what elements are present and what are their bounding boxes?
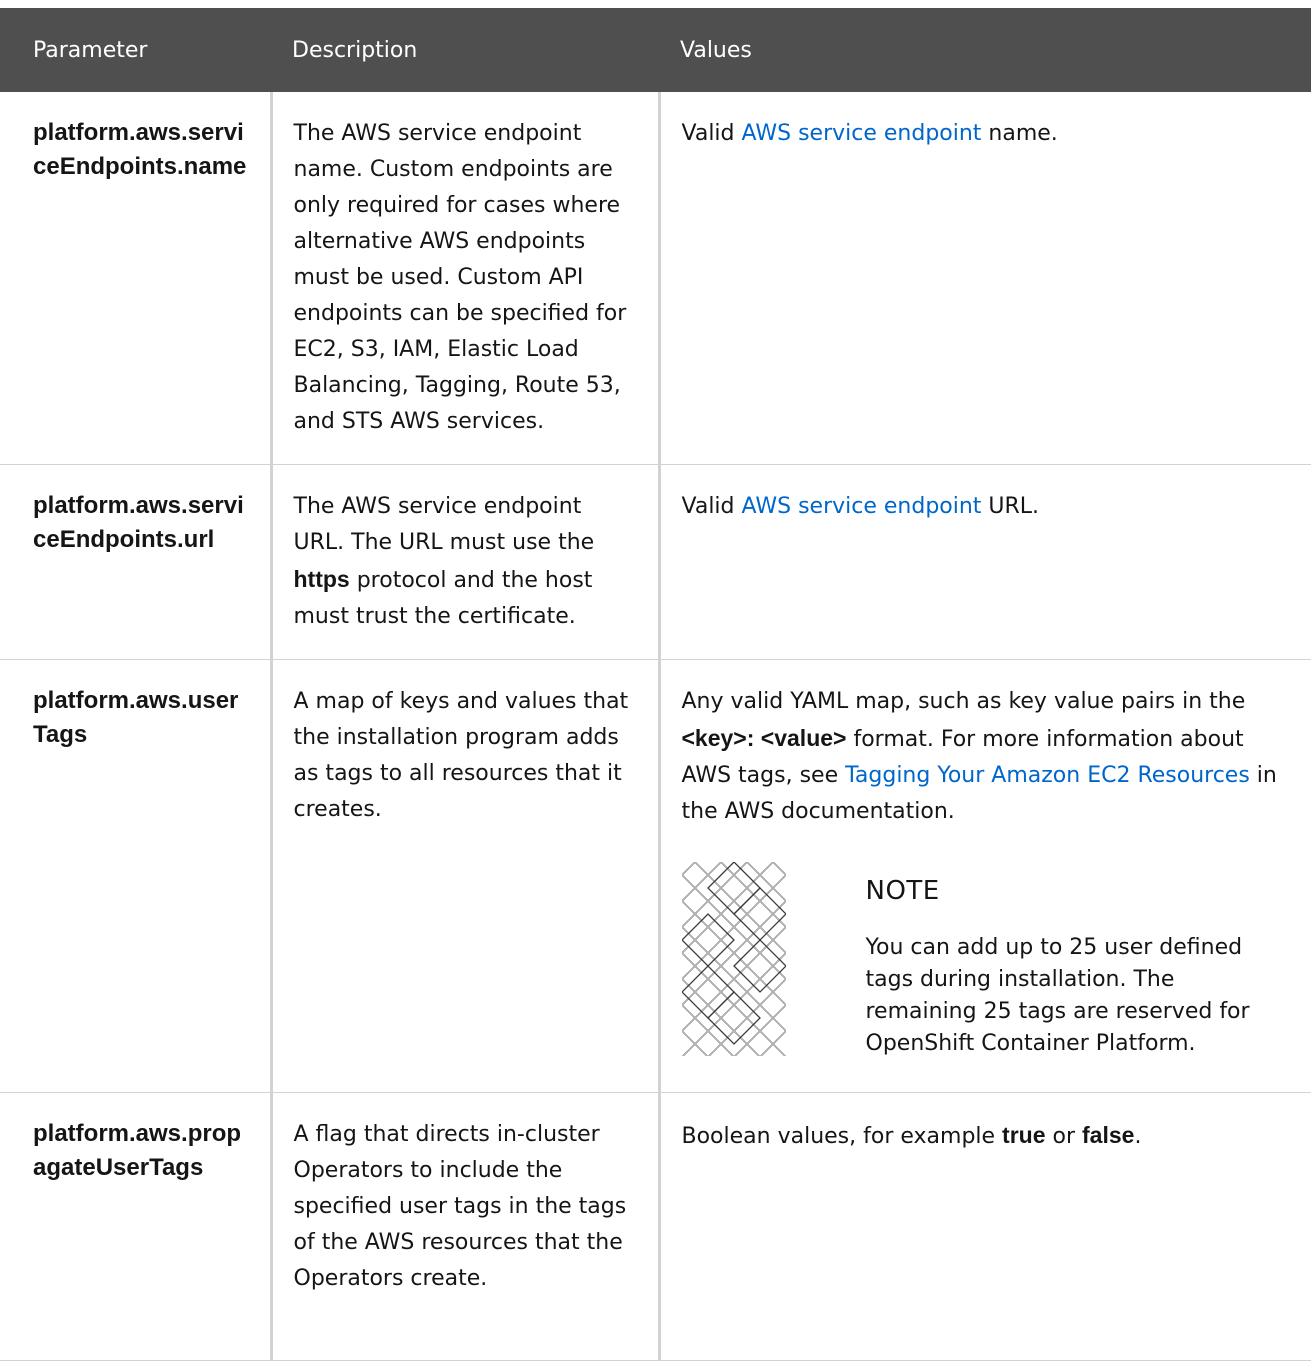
parameter-cell: platform.aws.propagateUserTags: [0, 1092, 273, 1361]
parameter-cell: platform.aws.serviceEndpoints.name: [0, 92, 273, 465]
https-keyword: https: [293, 566, 350, 592]
table-row: platform.aws.serviceEndpoints.name The A…: [0, 92, 1311, 465]
parameters-table: Parameter Description Values platform.aw…: [0, 8, 1311, 1361]
description-cell: A map of keys and values that the instal…: [271, 659, 661, 1093]
parameter-cell: platform.aws.userTags: [0, 659, 273, 1093]
description-cell: A flag that directs in-cluster Operators…: [271, 1092, 661, 1361]
note-body: NOTE You can add up to 25 user defined t…: [866, 862, 1266, 1060]
table-row: platform.aws.userTags A map of keys and …: [0, 659, 1311, 1093]
header-parameter: Parameter: [0, 8, 271, 92]
values-cell: Valid AWS service endpoint URL.: [659, 464, 1311, 660]
tagging-ec2-resources-link[interactable]: Tagging Your Amazon EC2 Resources: [845, 763, 1250, 788]
values-cell: Valid AWS service endpoint name.: [659, 92, 1311, 465]
value-text: name.: [981, 121, 1058, 146]
table-header-row: Parameter Description Values: [0, 8, 1311, 92]
values-cell: Boolean values, for example true or fals…: [659, 1092, 1311, 1361]
note-pattern-icon: [680, 861, 787, 1056]
top-spacer: [0, 0, 1311, 8]
values-cell: Any valid YAML map, such as key value pa…: [659, 659, 1311, 1093]
value-text: or: [1045, 1124, 1082, 1149]
description-text: The AWS service endpoint URL. The URL mu…: [293, 494, 595, 555]
true-keyword: true: [1002, 1122, 1046, 1148]
table-row: platform.aws.serviceEndpoints.url The AW…: [0, 464, 1311, 660]
note-text: You can add up to 25 user defined tags d…: [865, 935, 1250, 1056]
false-keyword: false: [1082, 1122, 1135, 1148]
key-value-format: <key>: <value>: [681, 725, 847, 751]
header-values: Values: [659, 8, 1311, 92]
description-cell: The AWS service endpoint name. Custom en…: [271, 92, 661, 465]
table-row: platform.aws.propagateUserTags A flag th…: [0, 1092, 1311, 1361]
description-cell: The AWS service endpoint URL. The URL mu…: [271, 464, 661, 660]
note-title: NOTE: [865, 876, 940, 906]
note-admonition: NOTE You can add up to 25 user defined t…: [680, 861, 1292, 1060]
aws-service-endpoint-link[interactable]: AWS service endpoint: [742, 121, 982, 146]
aws-service-endpoint-link[interactable]: AWS service endpoint: [742, 494, 982, 519]
header-description: Description: [271, 8, 659, 92]
value-text: Valid: [681, 494, 742, 519]
parameter-cell: platform.aws.serviceEndpoints.url: [0, 464, 273, 660]
value-text: Any valid YAML map, such as key value pa…: [681, 689, 1246, 714]
value-paragraph: Any valid YAML map, such as key value pa…: [682, 684, 1292, 830]
value-text: Valid: [681, 121, 742, 146]
value-text: .: [1134, 1124, 1142, 1149]
value-text: Boolean values, for example: [681, 1124, 1003, 1149]
value-text: URL.: [981, 494, 1040, 519]
document-page: Parameter Description Values platform.aw…: [0, 0, 1311, 1361]
